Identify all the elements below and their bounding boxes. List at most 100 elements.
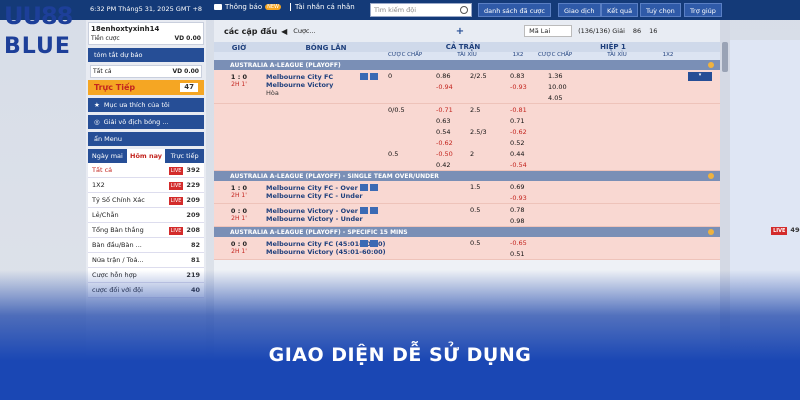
odds-value[interactable]: 0.71: [510, 117, 524, 125]
match-row: 1 : 0 2H 1' Melbourne City FC Melbourne Vic…: [214, 70, 720, 104]
odds-value[interactable]: 0.54: [436, 128, 450, 136]
odds-value[interactable]: 0.86: [436, 72, 450, 80]
odds-value[interactable]: -0.50: [436, 150, 453, 158]
live-button[interactable]: Trực Tiếp 47: [88, 80, 204, 95]
account-link[interactable]: Tài nhắn cá nhân: [289, 3, 355, 11]
speaker-icon[interactable]: ◀: [281, 27, 287, 36]
odds-line: -0.94 -0.93 10.00: [388, 81, 720, 92]
match-row: 0/0.5 -0.71 2.5 -0.81 0.63 0.71 0.54 2.5/3 -0.62…: [214, 104, 720, 171]
options-button[interactable]: Tuỳ chọn: [640, 3, 681, 17]
stats-icon[interactable]: [360, 207, 368, 214]
match-half: 2H 1': [231, 248, 247, 255]
filter-select[interactable]: Tất cả: [93, 68, 112, 75]
help-button[interactable]: Trợ giúp: [684, 3, 722, 17]
page-title: các cặp đấu: [224, 26, 278, 36]
search-input[interactable]: Tìm kiếm đội: [370, 3, 472, 17]
transaction-button[interactable]: Giao dịch: [558, 3, 601, 17]
tab-live[interactable]: Trực tiếp: [165, 149, 205, 163]
sport-item[interactable]: 1X2 LIVE 229: [88, 178, 204, 193]
stats-icons: [360, 73, 386, 80]
match-teams: Melbourne Victory - Over Melbourne Victor…: [264, 204, 388, 226]
stats-icon[interactable]: [360, 240, 368, 247]
odds-value[interactable]: -0.94: [436, 83, 453, 91]
odds-value[interactable]: 0.51: [510, 250, 524, 258]
odds-value[interactable]: -0.65: [510, 239, 527, 247]
favorites-header[interactable]: ★ Mục ưa thích của tôi: [88, 98, 204, 112]
stats-icon[interactable]: [370, 184, 378, 191]
odds-line-value: 2: [470, 150, 475, 158]
refresh-icon[interactable]: [708, 173, 714, 179]
sport-item[interactable]: Tỷ Số Chính Xác LIVE 209: [88, 193, 204, 208]
odds-line-value: 2.5: [470, 106, 481, 114]
champion-label: Giải vô địch bóng ...: [103, 118, 169, 126]
count-a: 86: [632, 27, 642, 35]
league-header[interactable]: AUSTRALIA A-LEAGUE (PLAYOFF): [214, 60, 720, 70]
odds-value[interactable]: 0.52: [510, 139, 524, 147]
results-button[interactable]: Kết quả: [601, 3, 639, 17]
filter-row[interactable]: Tất cả VD 0.00: [90, 65, 202, 78]
odds-value[interactable]: 0.98: [510, 217, 524, 225]
odds-value[interactable]: 10.00: [548, 83, 567, 91]
summary-header[interactable]: tóm tắt dự báo: [88, 48, 204, 62]
menu-header[interactable]: ẩn Menu: [88, 132, 204, 146]
sport-item[interactable]: Tất cả LIVE 392: [88, 163, 204, 178]
sport-count: 82: [190, 241, 200, 249]
odds-line: 1.5 0.69: [388, 181, 720, 192]
odds-value[interactable]: 0.69: [510, 183, 524, 191]
star-icon: ★: [94, 101, 100, 109]
sub-1x2-h1: 1X2: [662, 52, 674, 58]
odds-cell: 0 0.86 2/2.5 0.83 1.36 -0.94 -0.93 10.00 4.05 ▾: [388, 70, 720, 103]
sport-count: 81: [190, 256, 200, 264]
odds-line: 0.5 -0.50 2 0.44: [388, 148, 720, 159]
balance-value: VD 0.00: [174, 35, 201, 42]
sport-item[interactable]: Bàn đầu/Bàn ... 82: [88, 238, 204, 253]
stats-icon[interactable]: [370, 240, 378, 247]
odds-value[interactable]: -0.93: [510, 83, 527, 91]
trophy-icon: ◎: [94, 118, 100, 126]
odds-value[interactable]: 0.44: [510, 150, 524, 158]
sport-item[interactable]: Nửa trận / Toả... 81: [88, 253, 204, 268]
bet-list-button[interactable]: danh sách đã cược: [478, 3, 551, 17]
odds-line: 4.05: [388, 92, 720, 103]
odds-line-value: 0: [388, 72, 393, 80]
odds-value[interactable]: -0.54: [510, 161, 527, 169]
add-icon[interactable]: +: [456, 26, 464, 37]
odds-cell: 0.5 0.78 0.98: [388, 204, 720, 226]
stats-icon[interactable]: [360, 73, 368, 80]
odds-value[interactable]: 0.83: [510, 72, 524, 80]
odds-value[interactable]: -0.81: [510, 106, 527, 114]
more-bets-button[interactable]: ▾: [688, 72, 712, 81]
odds-value[interactable]: 1.36: [548, 72, 562, 80]
odds-value[interactable]: 0.78: [510, 206, 524, 214]
odds-line: 0.5 -0.65: [388, 237, 720, 248]
live-tag: LIVE: [771, 226, 788, 235]
tab-tomorrow[interactable]: Ngày mai: [88, 149, 127, 163]
odds-value[interactable]: 4.05: [548, 94, 562, 102]
stats-icon[interactable]: [370, 207, 378, 214]
notice-link[interactable]: Thông báo NEW Tài nhắn cá nhân: [214, 3, 355, 11]
sport-item[interactable]: Tổng Bàn thắng LIVE 208: [88, 223, 204, 238]
refresh-icon[interactable]: [708, 229, 714, 235]
odds-value[interactable]: -0.93: [510, 194, 527, 202]
champion-header[interactable]: ◎ Giải vô địch bóng ...: [88, 115, 204, 129]
sport-item[interactable]: Lẻ/Chẵn 209: [88, 208, 204, 223]
odds-value[interactable]: 0.42: [436, 161, 450, 169]
odds-value[interactable]: -0.62: [510, 128, 527, 136]
main-toolbar: các cặp đấu ◀ Cược... + Mã Lai (136/136)…: [214, 20, 720, 42]
tab-today[interactable]: Hôm nay: [126, 149, 166, 163]
refresh-icon[interactable]: [708, 62, 714, 68]
odds-value[interactable]: -0.62: [436, 139, 453, 147]
stats-icon[interactable]: [370, 73, 378, 80]
top-bar: 6:32 PM Tháng5 31, 2025 GMT +8 Thông báo…: [0, 0, 800, 20]
scroll-thumb[interactable]: [722, 42, 728, 72]
odds-value[interactable]: 0.63: [436, 117, 450, 125]
league-header[interactable]: AUSTRALIA A-LEAGUE (PLAYOFF) - SINGLE TE…: [214, 171, 720, 181]
datetime: 6:32 PM Tháng5 31, 2025 GMT +8: [90, 5, 203, 13]
stats-icon[interactable]: [360, 184, 368, 191]
live-tag: LIVE: [168, 227, 184, 235]
bet-select[interactable]: Cược...: [293, 27, 315, 35]
odds-value[interactable]: -0.71: [436, 106, 453, 114]
league-select[interactable]: Mã Lai: [524, 25, 573, 37]
search-icon[interactable]: [460, 6, 468, 14]
league-header[interactable]: AUSTRALIA A-LEAGUE (PLAYOFF) - SPECIFIC …: [214, 227, 720, 237]
